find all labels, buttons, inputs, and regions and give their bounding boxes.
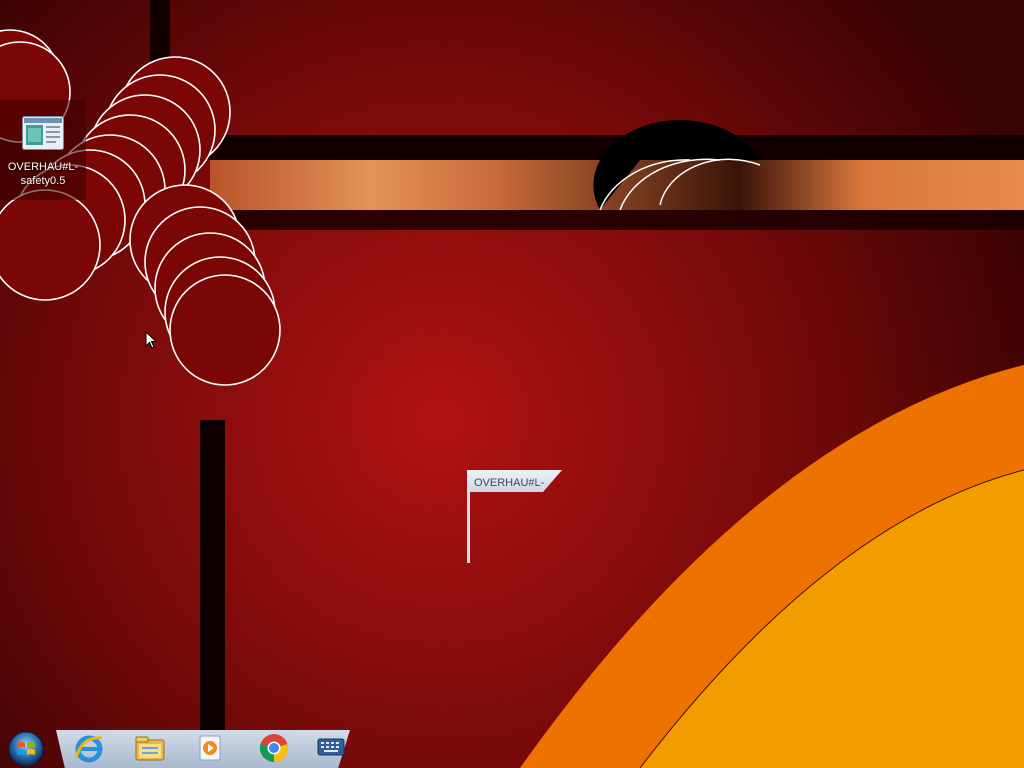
mouse-cursor-icon	[145, 331, 157, 349]
taskbar	[0, 728, 1024, 768]
on-screen-keyboard-icon	[317, 738, 345, 756]
chrome-icon	[259, 734, 289, 763]
taskbar-media-player[interactable]	[189, 732, 231, 766]
internet-explorer-icon	[74, 735, 103, 763]
taskbar-chrome[interactable]	[253, 732, 295, 766]
start-button[interactable]	[4, 729, 48, 767]
windows-start-orb-icon	[8, 731, 44, 767]
desktop-wallpaper	[0, 0, 1024, 768]
window-fragment[interactable]: OVERHAU#L-	[467, 470, 563, 565]
program-window-icon	[22, 116, 64, 150]
window-title[interactable]: OVERHAU#L-	[467, 470, 562, 492]
media-player-icon	[199, 735, 221, 761]
window-left-border	[467, 490, 470, 563]
taskbar-internet-explorer[interactable]	[68, 732, 110, 766]
desktop-icon-label: OVERHAU#L-safety0.5	[7, 161, 79, 187]
desktop-icon-overhaul-safety[interactable]: OVERHAU#L-safety0.5	[0, 100, 86, 200]
file-explorer-icon	[135, 736, 165, 761]
desktop[interactable]: OVERHAU#L-safety0.5 OVERHAU#L-	[0, 0, 1024, 768]
taskbar-file-explorer[interactable]	[129, 732, 171, 766]
taskbar-on-screen-keyboard[interactable]	[310, 732, 352, 766]
